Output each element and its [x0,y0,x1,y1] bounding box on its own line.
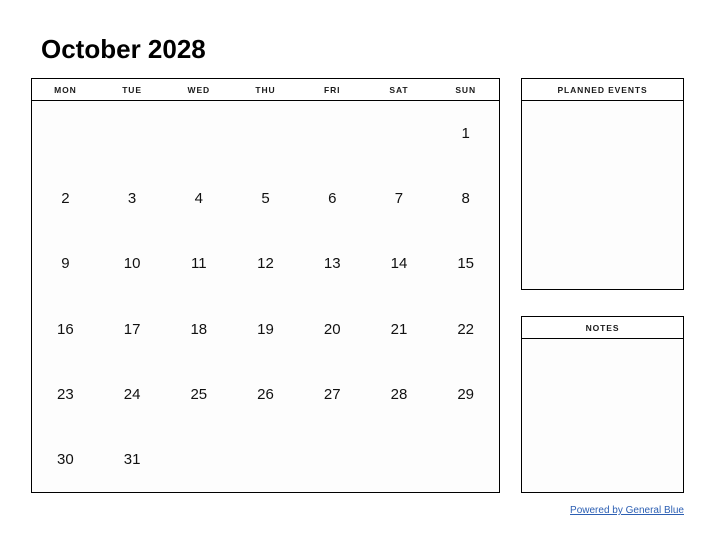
day-cell[interactable] [366,101,433,166]
week-row: 23 24 25 26 27 28 29 [32,362,499,427]
day-cell[interactable] [232,427,299,492]
day-cell[interactable]: 21 [366,297,433,362]
day-cell[interactable] [299,101,366,166]
planned-events-body[interactable] [522,101,683,289]
day-cell[interactable]: 5 [232,166,299,231]
day-cell[interactable] [299,427,366,492]
weekday-header-thu: THU [255,84,276,95]
weekday-header-mon: MON [54,84,77,95]
weekday-header-sat: SAT [389,84,409,95]
day-cell[interactable]: 7 [366,166,433,231]
notes-body[interactable] [522,339,683,492]
day-cell[interactable]: 29 [432,362,499,427]
calendar-grid: MON TUE WED THU FRI SAT SUN 1 2 3 4 5 6 … [31,78,500,493]
day-cell[interactable]: 12 [232,231,299,296]
day-cell[interactable]: 10 [99,231,166,296]
day-cell[interactable]: 25 [165,362,232,427]
day-cell[interactable]: 4 [165,166,232,231]
day-cell[interactable]: 27 [299,362,366,427]
weekday-header-sun: SUN [455,84,476,95]
day-cell[interactable]: 30 [32,427,99,492]
calendar-weeks: 1 2 3 4 5 6 7 8 9 10 11 12 13 14 15 16 1… [32,101,499,492]
day-cell[interactable]: 17 [99,297,166,362]
day-cell[interactable]: 22 [432,297,499,362]
weekday-header-row: MON TUE WED THU FRI SAT SUN [32,79,499,101]
page-title: October 2028 [41,34,206,64]
day-cell[interactable]: 28 [366,362,433,427]
day-cell[interactable]: 1 [432,101,499,166]
day-cell[interactable] [366,427,433,492]
day-cell[interactable]: 3 [99,166,166,231]
day-cell[interactable]: 26 [232,362,299,427]
day-cell[interactable] [165,427,232,492]
weekday-header-fri: FRI [324,84,341,95]
day-cell[interactable] [99,101,166,166]
planned-events-panel: PLANNED EVENTS [521,78,684,290]
day-cell[interactable]: 19 [232,297,299,362]
day-cell[interactable] [165,101,232,166]
week-row: 2 3 4 5 6 7 8 [32,166,499,231]
day-cell[interactable]: 2 [32,166,99,231]
notes-title: NOTES [522,317,683,339]
day-cell[interactable]: 18 [165,297,232,362]
day-cell[interactable] [32,101,99,166]
day-cell[interactable] [232,101,299,166]
week-row: 30 31 [32,427,499,492]
week-row: 16 17 18 19 20 21 22 [32,297,499,362]
day-cell[interactable] [432,427,499,492]
day-cell[interactable]: 11 [165,231,232,296]
week-row: 1 [32,101,499,166]
week-row: 9 10 11 12 13 14 15 [32,231,499,296]
day-cell[interactable]: 15 [432,231,499,296]
weekday-header-tue: TUE [122,84,142,95]
weekday-header-wed: WED [187,84,211,95]
notes-panel: NOTES [521,316,684,493]
powered-by-link[interactable]: Powered by General Blue [521,505,684,516]
calendar-page: October 2028 MON TUE WED THU FRI SAT SUN… [0,0,712,550]
planned-events-title: PLANNED EVENTS [522,79,683,101]
day-cell[interactable]: 9 [32,231,99,296]
day-cell[interactable]: 20 [299,297,366,362]
day-cell[interactable]: 13 [299,231,366,296]
day-cell[interactable]: 8 [432,166,499,231]
day-cell[interactable]: 31 [99,427,166,492]
day-cell[interactable]: 6 [299,166,366,231]
day-cell[interactable]: 23 [32,362,99,427]
day-cell[interactable]: 14 [366,231,433,296]
day-cell[interactable]: 24 [99,362,166,427]
day-cell[interactable]: 16 [32,297,99,362]
